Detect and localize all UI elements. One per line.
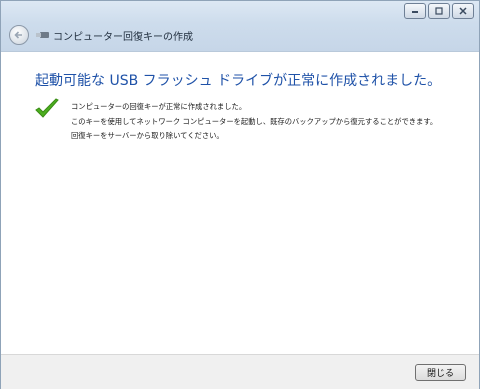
minimize-icon	[412, 11, 418, 13]
close-button[interactable]: 閉じる	[415, 364, 466, 381]
usb-drive-icon	[36, 32, 49, 38]
minimize-button[interactable]	[404, 3, 426, 19]
message-line-3: 回復キーをサーバーから取り除いてください。	[71, 131, 224, 140]
button-bar: 閉じる	[1, 354, 479, 389]
maximize-icon	[435, 7, 443, 15]
wizard-title: コンピューター回復キーの作成	[53, 32, 193, 43]
maximize-button[interactable]	[428, 3, 450, 19]
close-icon	[459, 7, 467, 15]
back-arrow-icon	[14, 31, 22, 39]
window-controls	[404, 3, 474, 19]
message-line-2: このキーを使用してネットワーク コンピューターを起動し、既存のバックアップから復…	[71, 117, 438, 126]
back-button[interactable]	[9, 25, 29, 45]
message-line-1: コンピューターの回復キーが正常に作成されました。	[71, 102, 247, 111]
title-bar: コンピューター回復キーの作成	[1, 1, 479, 52]
close-window-button[interactable]	[452, 3, 474, 19]
checkmark-icon	[35, 98, 59, 118]
page-heading: 起動可能な USB フラッシュ ドライブが正常に作成されました。	[35, 73, 442, 89]
wizard-window: コンピューター回復キーの作成 起動可能な USB フラッシュ ドライブが正常に作…	[0, 0, 480, 389]
